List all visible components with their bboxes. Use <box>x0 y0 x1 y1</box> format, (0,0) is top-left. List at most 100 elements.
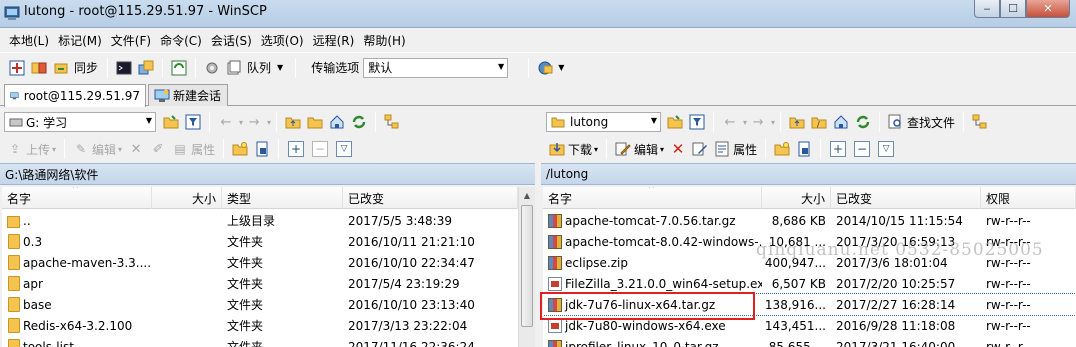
close-button[interactable]: ✕ <box>1026 0 1070 18</box>
edit-button[interactable]: ✎ 编辑 ▾ <box>73 141 122 158</box>
file-row[interactable]: apr 文件夹 2017/5/4 23:19:29 <box>2 273 518 294</box>
home-icon[interactable] <box>832 113 850 131</box>
file-row[interactable]: base 文件夹 2016/10/10 23:13:40 <box>2 294 518 315</box>
left-col-type[interactable]: 类型 <box>222 187 343 209</box>
tab-new-session[interactable]: 新建会话 <box>148 84 228 106</box>
file-row[interactable]: 0.3 文件夹 2016/10/11 21:21:10 <box>2 231 518 252</box>
gear-icon[interactable] <box>203 59 221 77</box>
left-col-changed[interactable]: 已改变 <box>343 187 518 209</box>
left-col-name[interactable]: 名字 ^ <box>2 187 152 209</box>
right-col-permissions[interactable]: 权限 <box>981 187 1076 209</box>
filter-select-icon[interactable]: ▽ <box>336 141 353 157</box>
file-row[interactable]: .. 上级目录 2017/5/5 3:48:39 <box>2 210 518 231</box>
back-icon[interactable]: ← <box>217 113 235 131</box>
left-scrollbar[interactable]: ▲ <box>518 187 535 347</box>
unselect-all-icon[interactable]: − <box>312 141 329 157</box>
compare-directories-icon[interactable] <box>8 59 26 77</box>
select-all-icon[interactable]: + <box>288 141 305 157</box>
refresh-icon[interactable] <box>854 113 872 131</box>
local-drive-select[interactable]: G: 学习 ▼ <box>4 112 156 132</box>
menu-remote[interactable]: 远程(R) <box>310 32 358 49</box>
chevron-down-icon[interactable]: ▾ <box>267 118 271 127</box>
chevron-down-icon[interactable]: ▾ <box>771 118 775 127</box>
tree-view-icon[interactable] <box>971 113 989 131</box>
file-row[interactable]: apache-tomcat-8.0.42-windows-... 10,681 .… <box>543 231 1076 252</box>
filter-icon[interactable] <box>184 113 202 131</box>
parent-folder-icon <box>7 215 20 228</box>
parent-directory-icon[interactable] <box>788 113 806 131</box>
file-row[interactable]: apache-maven-3.3.... 文件夹 2016/10/10 22:34:… <box>2 252 518 273</box>
transfer-profile-icon[interactable] <box>536 59 554 77</box>
tab-session[interactable]: root@115.29.51.97 <box>4 84 146 107</box>
window-title: lutong - root@115.29.51.97 - WinSCP <box>24 4 267 19</box>
delete-icon[interactable]: ✕ <box>669 140 687 158</box>
menu-commands[interactable]: 命令(C) <box>157 32 205 49</box>
open-folder-icon[interactable] <box>162 113 180 131</box>
transfer-settings-select[interactable]: 默认 ▼ <box>363 57 509 78</box>
edit-button[interactable]: 编辑 ▾ <box>615 141 664 158</box>
chevron-down-icon[interactable]: ▾ <box>239 118 243 127</box>
rename-icon[interactable]: ✐ <box>149 140 167 158</box>
synchronize-browsing-icon[interactable] <box>30 59 48 77</box>
new-file-icon[interactable] <box>253 140 271 158</box>
maximize-button[interactable]: ☐ <box>1000 0 1026 18</box>
parent-directory-icon[interactable] <box>284 113 302 131</box>
select-all-icon[interactable]: + <box>830 141 847 157</box>
left-scroll-thumb[interactable] <box>521 205 533 327</box>
menu-help[interactable]: 帮助(H) <box>360 32 408 49</box>
new-folder-icon[interactable] <box>773 140 791 158</box>
queue-icon[interactable] <box>225 59 243 77</box>
winscp-app-icon <box>4 6 20 20</box>
menu-mark[interactable]: 标记(M) <box>55 32 105 49</box>
properties-button[interactable]: ▤ 属性 <box>172 141 215 158</box>
file-row[interactable]: apache-tomcat-7.0.56.tar.gz 8,686 KB 2014/… <box>543 210 1076 231</box>
upload-button[interactable]: ⇪ 上传 ▾ <box>7 141 56 158</box>
back-icon[interactable]: ← <box>721 113 739 131</box>
right-col-name[interactable]: 名字 ^ <box>543 187 762 209</box>
tree-view-icon[interactable] <box>383 113 401 131</box>
folder-icon <box>551 117 565 128</box>
properties-button[interactable]: 属性 <box>714 141 757 158</box>
refresh-icon[interactable] <box>350 113 368 131</box>
remote-directory-select[interactable]: lutong ▼ <box>546 112 661 132</box>
putty-icon[interactable] <box>137 59 155 77</box>
menu-local[interactable]: 本地(L) <box>6 32 52 49</box>
open-folder-icon[interactable] <box>666 113 684 131</box>
minimize-button[interactable]: ‒ <box>974 0 1000 18</box>
file-row[interactable]: jprofiler_linux_10_0.tar.gz 85,655 ... 201… <box>543 336 1076 347</box>
delete-icon[interactable]: ✕ <box>127 140 145 158</box>
download-button[interactable]: 下载 ▾ <box>549 141 598 158</box>
menu-session[interactable]: 会话(S) <box>208 32 255 49</box>
chevron-down-icon[interactable]: ▾ <box>743 118 747 127</box>
file-row[interactable]: FileZilla_3.21.0.0_win64-setup.exe 6,507 … <box>543 273 1076 294</box>
file-row[interactable]: tools-list 文件夹 2017/11/16 22:36:24 <box>2 336 518 347</box>
file-row[interactable]: eclipse.zip 400,947... 2017/3/6 18:01:04 rw… <box>543 252 1076 273</box>
forward-icon[interactable]: → <box>245 113 263 131</box>
new-folder-icon[interactable] <box>231 140 249 158</box>
new-file-icon[interactable] <box>795 140 813 158</box>
filter-select-icon[interactable]: ▽ <box>878 141 895 157</box>
forward-icon[interactable]: → <box>749 113 767 131</box>
chevron-down-icon[interactable]: ▼ <box>277 63 283 72</box>
right-col-size[interactable]: 大小 <box>762 187 831 209</box>
root-directory-icon[interactable] <box>306 113 324 131</box>
file-name: Redis-x64-3.2.100 <box>2 315 152 336</box>
unselect-all-icon[interactable]: − <box>854 141 871 157</box>
rename-icon[interactable] <box>691 140 709 158</box>
console-icon[interactable] <box>115 59 133 77</box>
menu-file[interactable]: 文件(F) <box>108 32 154 49</box>
queue-label[interactable]: 队列 <box>247 59 271 76</box>
synchronize-icon[interactable] <box>52 59 70 77</box>
find-files-button[interactable]: 查找文件 <box>888 114 955 131</box>
refresh-session-icon[interactable] <box>170 59 188 77</box>
home-icon[interactable] <box>328 113 346 131</box>
left-col-size[interactable]: 大小 <box>152 187 222 209</box>
file-row[interactable]: Redis-x64-3.2.100 文件夹 2017/3/13 23:22:04 <box>2 315 518 336</box>
root-directory-icon[interactable]: / <box>810 113 828 131</box>
filter-icon[interactable] <box>688 113 706 131</box>
synchronize-label[interactable]: 同步 <box>74 59 98 76</box>
menu-options[interactable]: 选项(O) <box>258 32 307 49</box>
scroll-up-icon[interactable]: ▲ <box>519 187 535 204</box>
chevron-down-icon[interactable]: ▼ <box>558 63 564 72</box>
right-col-changed[interactable]: 已改变 <box>831 187 981 209</box>
